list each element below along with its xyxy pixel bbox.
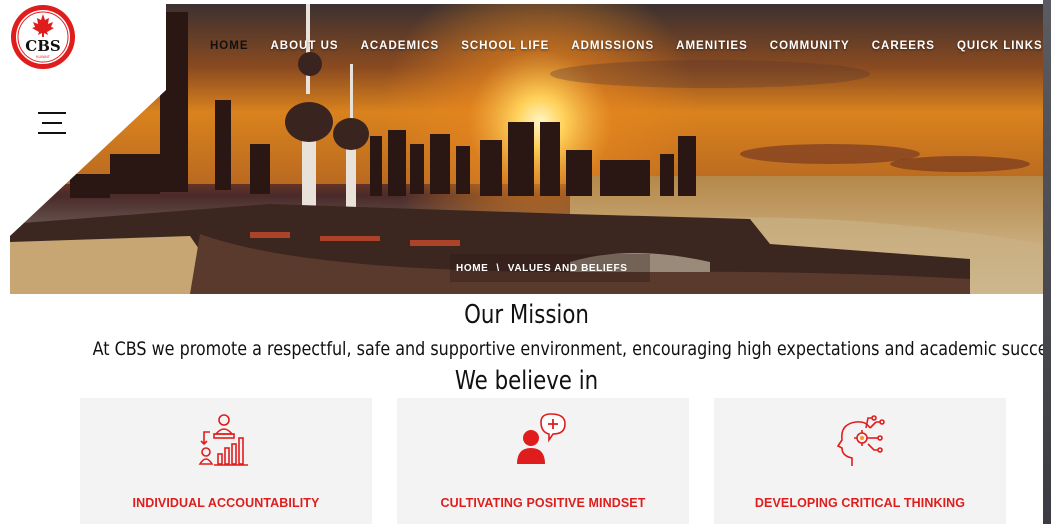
beliefs-title: We believe in [454, 366, 599, 396]
logo-text: CBS [25, 37, 60, 55]
nav-amenities[interactable]: AMENITIES [676, 40, 748, 56]
breadcrumb-separator: \ [496, 263, 500, 274]
breadcrumb-current: VALUES AND BELIEFS [507, 263, 628, 274]
nav-community[interactable]: COMMUNITY [770, 40, 850, 56]
hamburger-menu-icon[interactable] [38, 112, 66, 134]
belief-card-label: INDIVIDUAL ACCOUNTABILITY [132, 496, 320, 510]
logo-panel: CBS KUWAIT [10, 4, 170, 236]
nav-about-us[interactable]: ABOUT US [271, 40, 339, 56]
main-navigation: HOME ABOUT US ACADEMICS SCHOOL LIFE ADMI… [210, 40, 1043, 56]
hero-banner: CBS KUWAIT HOME ABOUT US ACADEMICS SCHOO… [10, 4, 1043, 294]
school-logo[interactable]: CBS KUWAIT [10, 4, 76, 70]
page: CBS KUWAIT HOME ABOUT US ACADEMICS SCHOO… [10, 4, 1043, 524]
breadcrumb-home[interactable]: HOME [456, 263, 488, 274]
belief-card-label: DEVELOPING CRITICAL THINKING [754, 496, 966, 510]
nav-home[interactable]: HOME [210, 40, 249, 56]
mission-text: At CBS we promote a respectful, safe and… [92, 338, 1043, 360]
logo-subtext: KUWAIT [36, 55, 51, 59]
breadcrumb: HOME \ VALUES AND BELIEFS [456, 263, 628, 274]
belief-card-label: CULTIVATING POSITIVE MINDSET [440, 496, 646, 510]
mission-title: Our Mission [464, 300, 589, 330]
accountability-icon [198, 414, 248, 466]
positive-mindset-icon [517, 413, 566, 464]
belief-card-accountability[interactable]: INDIVIDUAL ACCOUNTABILITY [80, 398, 372, 524]
nav-school-life[interactable]: SCHOOL LIFE [461, 40, 549, 56]
nav-quick-links[interactable]: QUICK LINKS [957, 40, 1043, 56]
critical-thinking-icon [836, 415, 885, 466]
nav-careers[interactable]: CAREERS [872, 40, 935, 56]
belief-card-positive-mindset[interactable]: CULTIVATING POSITIVE MINDSET [397, 398, 689, 524]
nav-admissions[interactable]: ADMISSIONS [571, 40, 654, 56]
nav-academics[interactable]: ACADEMICS [361, 40, 440, 56]
belief-card-critical-thinking[interactable]: DEVELOPING CRITICAL THINKING [714, 398, 1006, 524]
window-edge [1043, 0, 1051, 524]
